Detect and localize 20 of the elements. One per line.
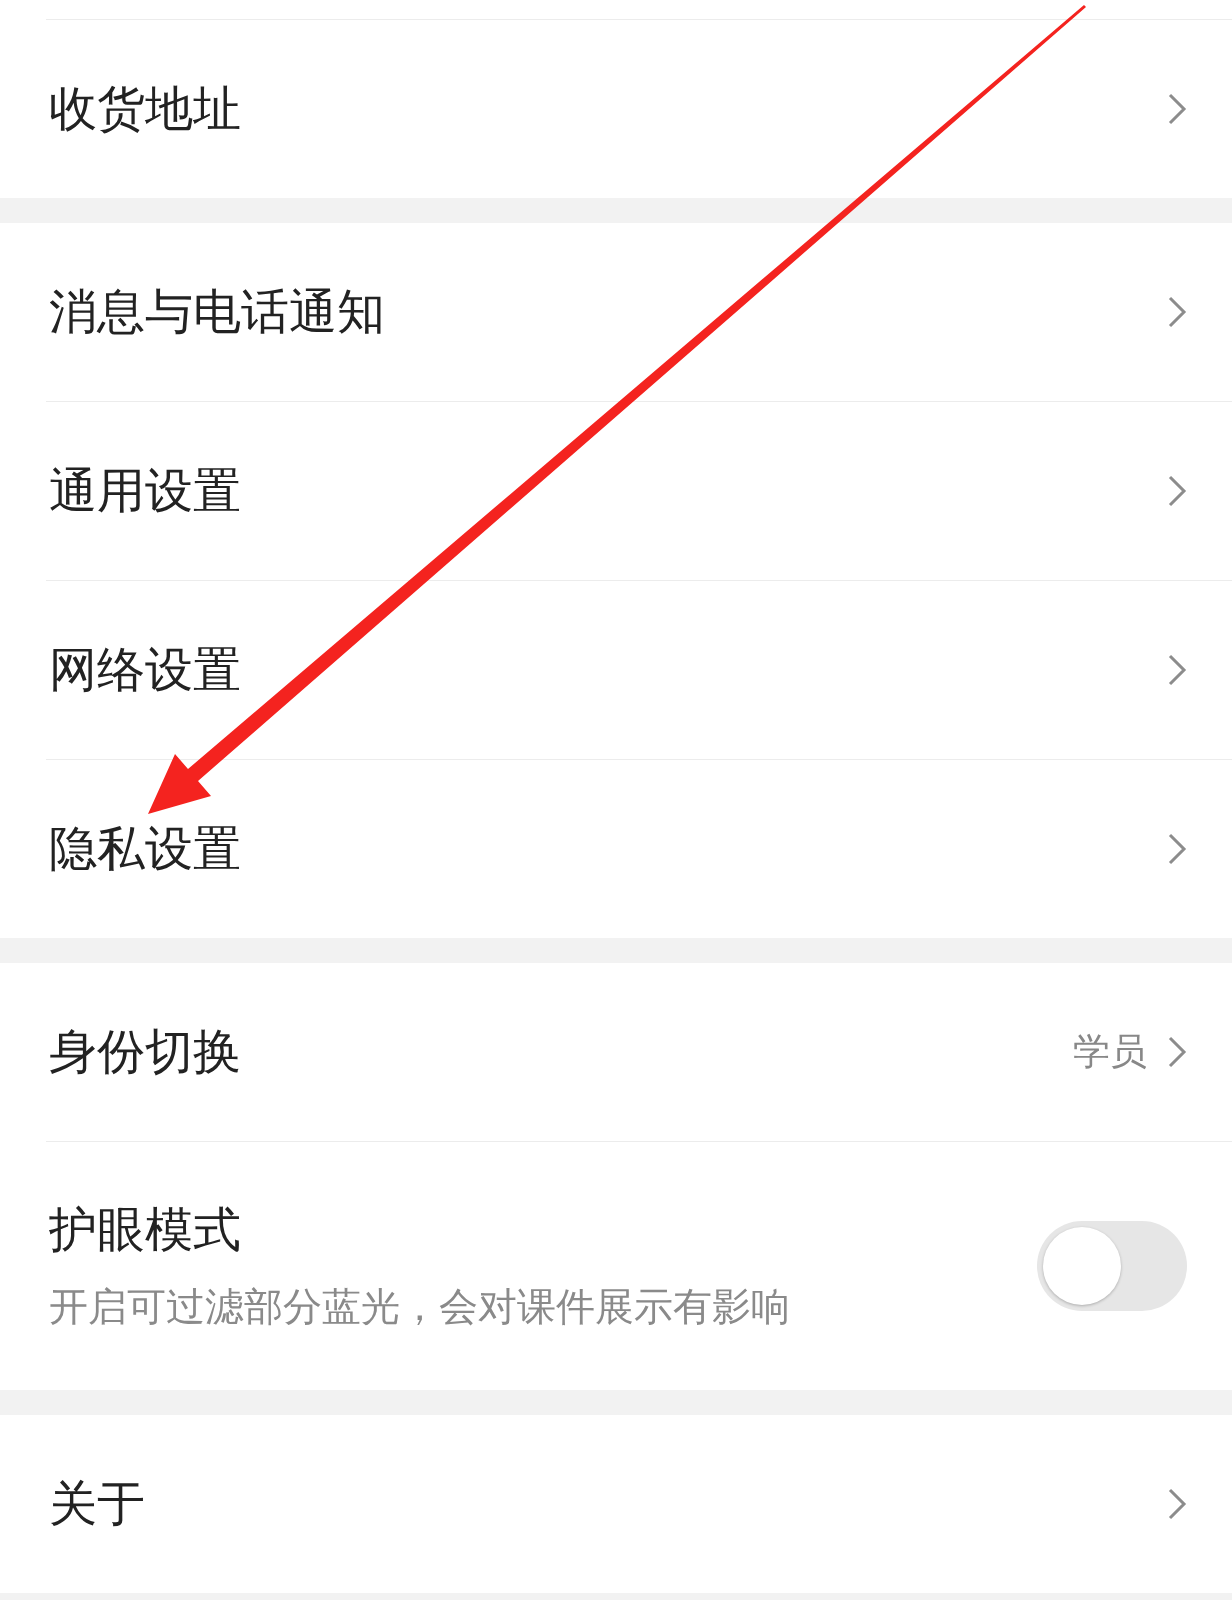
row-label: 收货地址 — [49, 79, 242, 138]
row-label: 身份切换 — [49, 1022, 242, 1081]
chevron-right-icon — [1167, 1487, 1187, 1521]
row-description: 开启可过滤部分蓝光，会对课件展示有影响 — [49, 1283, 791, 1331]
row-label: 护眼模式 — [49, 1200, 242, 1259]
row-label: 关于 — [49, 1474, 146, 1533]
row-label: 消息与电话通知 — [49, 282, 386, 341]
row-label: 网络设置 — [49, 640, 242, 699]
row-label: 隐私设置 — [49, 819, 242, 878]
settings-row[interactable]: 身份切换 学员 — [46, 963, 1232, 1141]
chevron-right-icon — [1167, 474, 1187, 508]
settings-row[interactable]: 消息与电话通知 — [46, 223, 1232, 401]
chevron-right-icon — [1167, 653, 1187, 687]
chevron-right-icon — [1167, 1035, 1187, 1069]
chevron-right-icon — [1167, 295, 1187, 329]
chevron-right-icon — [1167, 92, 1187, 126]
row-value: 学员 — [1073, 1029, 1147, 1075]
row-label: 通用设置 — [49, 461, 242, 520]
chevron-right-icon — [1167, 832, 1187, 866]
settings-row[interactable]: 关于 — [46, 1415, 1232, 1593]
